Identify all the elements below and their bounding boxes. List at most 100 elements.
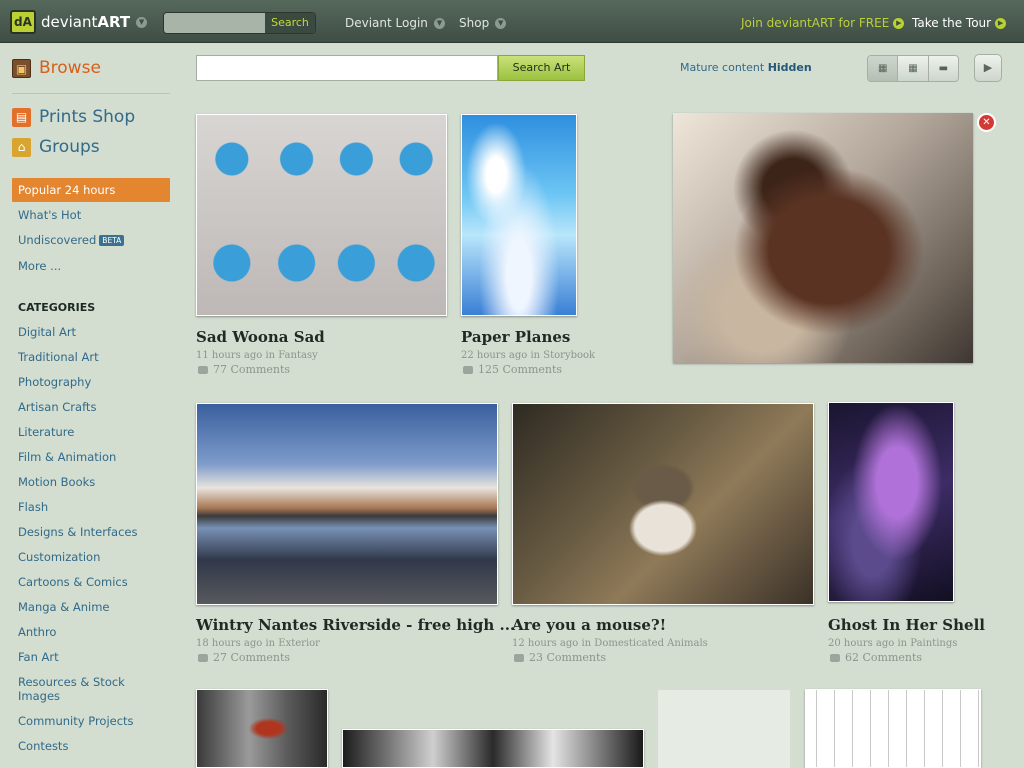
deviation-comments[interactable]: 23 Comments: [514, 651, 606, 664]
deviation-thumb-row3-1[interactable]: [196, 689, 328, 768]
deviation-comments[interactable]: 62 Comments: [830, 651, 922, 664]
deviation-thumb-are-you-a-mouse[interactable]: [512, 403, 814, 605]
deviation-title[interactable]: Are you a mouse?!: [512, 616, 666, 634]
category-link[interactable]: Digital Art: [18, 325, 76, 339]
comments-count: 27 Comments: [213, 651, 291, 664]
deviation-thumb-row3-2[interactable]: [342, 729, 644, 768]
shop-label: Shop: [459, 16, 490, 30]
join-link[interactable]: Join deviantART for FREE ▶: [741, 16, 905, 30]
category-link[interactable]: Cartoons & Comics: [18, 575, 128, 589]
sidebar-item-popular[interactable]: Popular 24 hours: [12, 178, 170, 202]
sidebar-divider: [12, 93, 170, 94]
top-search-input[interactable]: [164, 13, 265, 33]
grid-large-icon[interactable]: ▦: [868, 56, 899, 81]
groups-label: Groups: [39, 137, 100, 157]
category-link[interactable]: Literature: [18, 425, 74, 439]
category-link[interactable]: Artisan Crafts: [18, 400, 96, 414]
undiscovered-label: Undiscovered: [18, 233, 97, 247]
logo[interactable]: dA deviantART ▼: [10, 9, 148, 35]
deviation-title[interactable]: Wintry Nantes Riverside - free high ...: [196, 616, 515, 634]
category-link[interactable]: Film & Animation: [18, 450, 116, 464]
deviation-title[interactable]: Ghost In Her Shell: [828, 616, 985, 634]
sidebar-prints-shop[interactable]: ▤ Prints Shop: [12, 107, 135, 127]
comments-count: 77 Comments: [213, 363, 291, 376]
comments-count: 62 Comments: [845, 651, 923, 664]
deviation-category[interactable]: Exterior: [278, 638, 320, 649]
category-link[interactable]: Manga & Anime: [18, 600, 110, 614]
comment-bubble-icon: [198, 366, 208, 374]
sidebar-item-more[interactable]: More ...: [18, 259, 61, 273]
shop-link[interactable]: Shop ▼: [459, 16, 507, 30]
deviation-category[interactable]: Fantasy: [278, 350, 317, 361]
tour-label: Take the Tour: [912, 16, 992, 30]
mature-content-toggle[interactable]: Mature content Hidden: [680, 61, 812, 74]
deviation-category[interactable]: Domesticated Animals: [594, 638, 708, 649]
deviation-time: 20 hours ago in: [828, 638, 908, 649]
deviation-thumb-ghost-in-her-shell[interactable]: [828, 402, 954, 602]
mature-state: Hidden: [767, 61, 812, 74]
deviation-time: 18 hours ago in: [196, 638, 276, 649]
search-art-button[interactable]: Search Art: [498, 55, 585, 81]
deviation-thumb-sad-woona-sad[interactable]: [196, 114, 447, 316]
deviation-thumb-row3-4[interactable]: [805, 689, 981, 768]
category-link[interactable]: Anthro: [18, 625, 56, 639]
comment-bubble-icon: [830, 654, 840, 662]
chevron-down-icon: ▼: [433, 18, 445, 29]
tour-link[interactable]: Take the Tour ▶: [912, 16, 1007, 30]
deviation-comments[interactable]: 77 Comments: [198, 363, 290, 376]
chevron-down-icon[interactable]: ▼: [136, 16, 148, 28]
chevron-down-icon: ▼: [495, 18, 507, 29]
comment-bubble-icon: [198, 654, 208, 662]
deviation-comments[interactable]: 125 Comments: [463, 363, 562, 376]
grid-small-icon[interactable]: ▦: [898, 56, 929, 81]
sidebar-groups[interactable]: ⌂ Groups: [12, 137, 100, 157]
art-search: Search Art: [196, 55, 585, 81]
category-link[interactable]: Flash: [18, 500, 48, 514]
category-link[interactable]: Contests: [18, 739, 68, 753]
top-search: Search: [163, 12, 316, 34]
comment-bubble-icon: [463, 366, 473, 374]
sidebar-browse[interactable]: ▣ Browse: [12, 58, 101, 78]
deviation-title[interactable]: Paper Planes: [461, 328, 570, 346]
deviation-thumb-wintry-nantes[interactable]: [196, 403, 498, 605]
arrow-right-icon: ▶: [995, 18, 1007, 29]
deviant-login-link[interactable]: Deviant Login ▼: [345, 16, 445, 30]
list-icon[interactable]: ▬: [928, 56, 958, 81]
category-link[interactable]: Traditional Art: [18, 350, 99, 364]
sidebar-item-undiscovered[interactable]: Undiscovered BETA: [18, 233, 125, 247]
deviation-thumb-paper-planes[interactable]: [461, 114, 577, 316]
category-link[interactable]: Motion Books: [18, 475, 95, 489]
category-link[interactable]: Community Projects: [18, 714, 134, 728]
browse-icon: ▣: [12, 58, 31, 78]
deviation-category[interactable]: Storybook: [543, 350, 595, 361]
deviantart-logo-icon: dA: [10, 10, 36, 34]
deviation-title[interactable]: Sad Woona Sad: [196, 328, 325, 346]
category-link[interactable]: Photography: [18, 375, 91, 389]
deviation-time: 11 hours ago in: [196, 350, 276, 361]
house-icon: ⌂: [12, 137, 31, 157]
top-bar: dA deviantART ▼ Search Deviant Login ▼ Sh…: [0, 0, 1024, 43]
play-icon[interactable]: ▶: [974, 54, 1002, 82]
mature-label: Mature content: [680, 61, 765, 74]
art-search-input[interactable]: [196, 55, 498, 81]
deviation-meta: 12 hours ago in Domesticated Animals: [512, 638, 708, 649]
category-link[interactable]: Resources & Stock Images: [18, 675, 138, 703]
view-mode-switcher: ▦ ▦ ▬: [867, 55, 959, 82]
shopping-bag-icon: ▤: [12, 107, 31, 127]
deviation-meta: 18 hours ago in Exterior: [196, 638, 320, 649]
deviation-meta: 11 hours ago in Fantasy: [196, 350, 318, 361]
category-link[interactable]: Customization: [18, 550, 100, 564]
deviation-category[interactable]: Paintings: [910, 638, 957, 649]
sidebar-item-whats-hot[interactable]: What's Hot: [18, 208, 81, 222]
deviation-meta: 20 hours ago in Paintings: [828, 638, 957, 649]
featured-deviation-horse[interactable]: [673, 113, 973, 363]
deviation-comments[interactable]: 27 Comments: [198, 651, 290, 664]
top-search-button[interactable]: Search: [265, 13, 315, 33]
categories-heading: CATEGORIES: [18, 301, 96, 314]
comments-count: 125 Comments: [478, 363, 563, 376]
close-icon[interactable]: ✕: [977, 113, 996, 132]
deviation-thumb-row3-3[interactable]: [658, 690, 790, 768]
beta-badge: BETA: [99, 235, 125, 246]
category-link[interactable]: Designs & Interfaces: [18, 525, 137, 539]
category-link[interactable]: Fan Art: [18, 650, 59, 664]
